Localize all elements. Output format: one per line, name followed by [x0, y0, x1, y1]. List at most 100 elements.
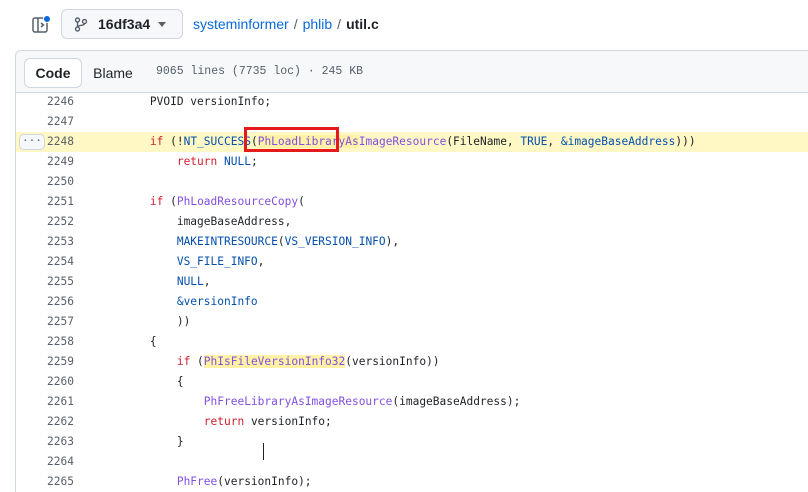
code-text: imageBaseAddress, — [96, 215, 292, 228]
code-line: 2262 return versionInfo; — [16, 412, 808, 432]
file-header: 16df3a4 systeminformer / phlib / util.c — [0, 0, 808, 50]
code-line: 2248 ··· if (!NT_SUCCESS(PhLoadLibraryAsI… — [16, 132, 808, 152]
line-number[interactable]: 2265 — [16, 475, 74, 488]
code-token: &imageBaseAddress — [560, 135, 676, 148]
line-number[interactable]: 2257 — [16, 315, 74, 328]
code-token: (imageBaseAddress); — [392, 395, 521, 408]
code-text: )) — [96, 315, 190, 328]
code-line: 2265 PhFree(versionInfo); — [16, 472, 808, 492]
code-token: , — [203, 275, 211, 288]
line-number[interactable]: 2262 — [16, 415, 74, 428]
branch-name: 16df3a4 — [98, 16, 151, 32]
code-line: 2249 return NULL; — [16, 152, 808, 172]
code-token: ( — [190, 355, 204, 368]
code-token: ))) — [675, 135, 696, 148]
code-token: TRUE — [520, 135, 548, 148]
line-number[interactable]: 2246 — [16, 95, 74, 108]
code-text: VS_FILE_INFO, — [96, 255, 265, 268]
code-token: ; — [250, 155, 258, 168]
code-text: if (PhLoadResourceCopy( — [96, 195, 305, 208]
code-text: return versionInfo; — [96, 415, 332, 428]
line-number[interactable]: 2258 — [16, 335, 74, 348]
file-toolbar: Code Blame 9065 lines (7735 loc) · 245 K… — [15, 50, 808, 93]
code-text: { — [96, 375, 184, 388]
code-text: return NULL; — [96, 155, 258, 168]
code-view[interactable]: 2246 PVOID versionInfo; 2247 2248 ··· if (!… — [15, 92, 808, 492]
code-line: 2259 if (PhIsFileVersionInfo32(versionIn… — [16, 352, 808, 372]
code-token: ( — [298, 195, 305, 208]
code-token: (versionInfo); — [217, 475, 312, 488]
code-token: NULL — [224, 155, 251, 168]
code-text: { — [96, 335, 157, 348]
code-token: imageBaseAddress, — [176, 215, 292, 228]
code-text: } — [96, 435, 184, 448]
code-token: { — [149, 335, 157, 348]
line-number[interactable]: 2256 — [16, 295, 74, 308]
line-number[interactable]: 2264 — [16, 455, 74, 468]
code-token: PhFree — [176, 475, 218, 488]
code-text: if (!NT_SUCCESS(PhLoadLibraryAsImageReso… — [96, 135, 696, 148]
code-line: 2255 NULL, — [16, 272, 808, 292]
code-token: return — [176, 155, 218, 168]
code-line: 2250 — [16, 172, 808, 192]
line-number[interactable]: 2254 — [16, 255, 74, 268]
code-line: 2247 — [16, 112, 808, 132]
line-number[interactable]: 2255 — [16, 275, 74, 288]
line-number[interactable]: 2247 — [16, 115, 74, 128]
branch-selector-button[interactable]: 16df3a4 — [61, 9, 183, 39]
line-number[interactable]: 2253 — [16, 235, 74, 248]
line-number[interactable]: 2251 — [16, 195, 74, 208]
breadcrumb-folder-link[interactable]: phlib — [303, 16, 333, 32]
code-token: PhIsFileVersionInfo32 — [203, 355, 346, 368]
line-number[interactable]: 2260 — [16, 375, 74, 388]
code-token: PVOID versionInfo; — [149, 95, 272, 108]
code-token: ( — [163, 195, 177, 208]
git-branch-icon — [74, 17, 88, 32]
line-number[interactable]: 2252 — [16, 215, 74, 228]
code-token: versionInfo; — [244, 415, 332, 428]
code-line: 2246 PVOID versionInfo; — [16, 92, 808, 112]
line-number[interactable]: 2259 — [16, 355, 74, 368]
code-token: PhLoadLibraryAs — [257, 135, 359, 148]
breadcrumb-file-name: util.c — [346, 16, 379, 32]
view-mode-toggle: Code Blame — [24, 58, 144, 88]
breadcrumb-repo-link[interactable]: systeminformer — [193, 16, 289, 32]
code-token: &versionInfo — [176, 295, 258, 308]
code-token: PhLoadResourceCopy — [176, 195, 299, 208]
code-line: 2252 imageBaseAddress, — [16, 212, 808, 232]
code-token: MAKEINTRESOURCE — [176, 235, 278, 248]
code-line: 2254 VS_FILE_INFO, — [16, 252, 808, 272]
code-token: PhFreeLibraryAsImageResource — [203, 395, 393, 408]
code-token: } — [176, 435, 184, 448]
code-text: PVOID versionInfo; — [96, 95, 271, 108]
code-line: 2260 { — [16, 372, 808, 392]
code-text: &versionInfo — [96, 295, 258, 308]
code-tab[interactable]: Code — [24, 58, 82, 88]
code-token: NT_SUCCESS — [183, 135, 251, 148]
line-number[interactable]: 2249 — [16, 155, 74, 168]
line-number[interactable]: 2261 — [16, 395, 74, 408]
code-text: PhFreeLibraryAsImageResource(imageBaseAd… — [96, 395, 521, 408]
sidebar-toggle-icon[interactable] — [31, 15, 51, 35]
kebab-horizontal-icon[interactable]: ··· — [19, 134, 45, 150]
code-token: if — [176, 355, 191, 368]
code-line: 2263 } — [16, 432, 808, 452]
code-token: ImageResource — [358, 135, 447, 148]
file-stats: 9065 lines (7735 loc) · 245 KB — [156, 65, 364, 78]
code-token: if — [149, 195, 164, 208]
code-line: 2258 { — [16, 332, 808, 352]
code-token: return — [203, 415, 245, 428]
breadcrumb-separator: / — [293, 16, 298, 32]
code-token: , — [547, 135, 561, 148]
code-token: ( — [277, 235, 285, 248]
line-number[interactable]: 2250 — [16, 175, 74, 188]
blame-tab[interactable]: Blame — [82, 58, 144, 88]
code-token: , — [257, 255, 265, 268]
code-token: if — [149, 135, 164, 148]
code-line: 2261 PhFreeLibraryAsImageResource(imageB… — [16, 392, 808, 412]
code-line: 2257 )) — [16, 312, 808, 332]
code-token: ( — [250, 135, 258, 148]
code-line: 2251 if (PhLoadResourceCopy( — [16, 192, 808, 212]
line-number[interactable]: 2263 — [16, 435, 74, 448]
